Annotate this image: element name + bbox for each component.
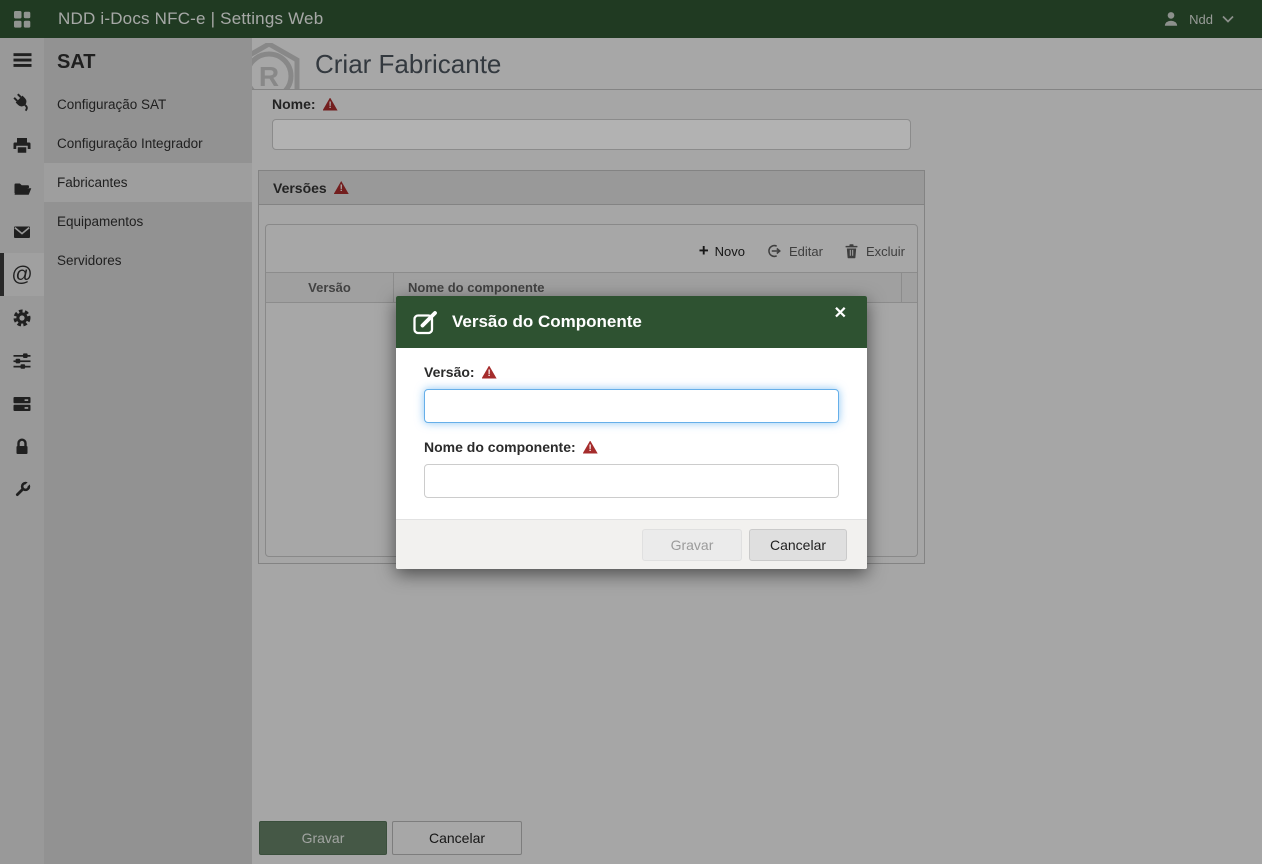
modal-title: Versão do Componente	[452, 312, 642, 332]
versao-label: Versão:	[424, 364, 475, 380]
nome-componente-input[interactable]	[424, 464, 839, 498]
nome-componente-label: Nome do componente:	[424, 439, 576, 455]
required-warning-icon	[482, 366, 497, 379]
modal-header: Versão do Componente ✕	[396, 296, 867, 348]
modal-body: Versão: Nome do componente:	[396, 348, 867, 519]
versao-label-row: Versão:	[424, 364, 839, 380]
nome-componente-label-row: Nome do componente:	[424, 439, 839, 455]
versao-componente-modal: Versão do Componente ✕ Versão: Nome do c…	[396, 296, 867, 569]
modal-footer: Gravar Cancelar	[396, 519, 867, 569]
versao-input[interactable]	[424, 389, 839, 423]
required-warning-icon	[583, 441, 598, 454]
modal-gravar-button[interactable]: Gravar	[642, 529, 742, 561]
close-icon[interactable]: ✕	[830, 304, 851, 324]
modal-cancelar-button[interactable]: Cancelar	[749, 529, 847, 561]
app-window: NDD i-Docs NFC-e | Settings Web Ndd	[0, 0, 1262, 864]
edit-pencil-square-icon	[412, 309, 439, 336]
